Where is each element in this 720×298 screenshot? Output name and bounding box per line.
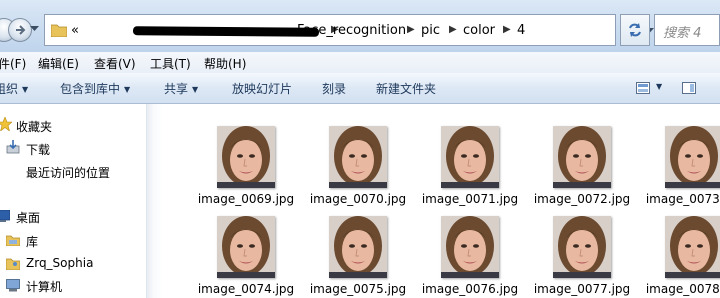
navigation-pane: 收藏夹 下载 最近访问的位置 桌面 库 Zrq_Sophia 计算机 <box>0 104 146 298</box>
file-item[interactable]: image_0069.jpg <box>190 114 302 206</box>
image-thumbnail <box>217 126 275 188</box>
chevron-right-icon[interactable]: ▶ <box>449 24 457 35</box>
menu-bar: 件(F) 编辑(E) 查看(V) 工具(T) 帮助(H) <box>0 52 720 74</box>
nav-favorites[interactable]: 收藏夹 <box>16 118 52 135</box>
file-item[interactable]: image_0073.jpg <box>638 114 720 206</box>
share-label: 共享 <box>164 82 189 96</box>
menu-file[interactable]: 件(F) <box>0 55 26 72</box>
nav-downloads[interactable]: 下载 <box>26 141 50 158</box>
organize-button[interactable]: 组织 ▼ <box>0 80 28 97</box>
chevron-right-icon[interactable]: ▶ <box>503 24 511 35</box>
redacted-path-segment <box>132 26 320 37</box>
dropdown-arrow-icon: ▼ <box>22 85 29 94</box>
file-item[interactable]: image_0076.jpg <box>414 204 526 296</box>
image-thumbnail <box>217 216 275 278</box>
image-thumbnail <box>441 216 499 278</box>
file-item[interactable]: image_0074.jpg <box>190 204 302 296</box>
dropdown-arrow-icon: ▼ <box>124 85 131 94</box>
file-name: image_0074.jpg <box>197 282 295 296</box>
view-dropdown-icon[interactable]: ▼ <box>656 82 662 91</box>
breadcrumb-overflow[interactable]: « <box>71 23 79 38</box>
computer-icon <box>6 279 20 292</box>
pane-splitter[interactable] <box>146 104 163 298</box>
file-item[interactable]: image_0075.jpg <box>302 204 414 296</box>
preview-pane-icon[interactable] <box>682 82 696 94</box>
forward-arrow-icon <box>16 25 26 35</box>
breadcrumb-color[interactable]: color <box>463 23 495 38</box>
file-item[interactable]: image_0070.jpg <box>302 114 414 206</box>
image-thumbnail <box>553 126 611 188</box>
forward-button[interactable] <box>8 18 32 42</box>
slideshow-button[interactable]: 放映幻灯片 <box>232 80 292 97</box>
file-list: image_0069.jpg image_0070.jpg image_0071.j… <box>162 104 720 298</box>
image-thumbnail <box>329 216 387 278</box>
history-dropdown-icon[interactable] <box>30 26 39 32</box>
menu-view[interactable]: 查看(V) <box>94 55 136 72</box>
nav-desktop[interactable]: 桌面 <box>16 209 40 226</box>
include-in-library-button[interactable]: 包含到库中 ▼ <box>60 80 130 97</box>
breadcrumb-face-recognition[interactable]: Face_recognition <box>297 23 406 38</box>
include-in-library-label: 包含到库中 <box>60 82 121 96</box>
share-button[interactable]: 共享 ▼ <box>164 80 198 97</box>
download-icon <box>6 140 20 154</box>
nav-recent-places[interactable]: 最近访问的位置 <box>26 164 110 181</box>
nav-computer[interactable]: 计算机 <box>26 278 62 295</box>
star-icon <box>0 117 12 131</box>
command-bar: 组织 ▼ 包含到库中 ▼ 共享 ▼ 放映幻灯片 刻录 新建文件夹 ▼ <box>0 73 720 104</box>
menu-edit[interactable]: 编辑(E) <box>38 55 79 72</box>
image-thumbnail <box>665 216 720 278</box>
nav-user-folder[interactable]: Zrq_Sophia <box>26 256 93 270</box>
change-view-icon[interactable] <box>636 82 650 94</box>
file-name: image_0078.jpg <box>645 282 720 296</box>
image-thumbnail <box>441 126 499 188</box>
new-folder-button[interactable]: 新建文件夹 <box>376 80 436 97</box>
search-input[interactable]: 搜索 4 <box>654 14 720 46</box>
image-thumbnail <box>329 126 387 188</box>
file-item[interactable]: image_0077.jpg <box>526 204 638 296</box>
dropdown-arrow-icon: ▼ <box>192 85 199 94</box>
file-name: image_0075.jpg <box>309 282 407 296</box>
menu-help[interactable]: 帮助(H) <box>204 55 246 72</box>
file-name: image_0077.jpg <box>533 282 631 296</box>
address-box[interactable]: « ▶ Face_recognition ▶ pic ▶ color ▶ 4 <box>44 14 654 46</box>
nav-libraries[interactable]: 库 <box>26 233 38 250</box>
image-thumbnail <box>553 216 611 278</box>
breadcrumb-pic[interactable]: pic <box>421 23 440 38</box>
chevron-right-icon[interactable]: ▶ <box>407 24 415 35</box>
refresh-icon <box>629 23 641 37</box>
breadcrumb-4[interactable]: 4 <box>517 23 525 38</box>
folder-icon <box>51 24 67 37</box>
address-bar-row: « ▶ Face_recognition ▶ pic ▶ color ▶ 4 搜… <box>0 0 720 52</box>
file-item[interactable]: image_0072.jpg <box>526 114 638 206</box>
library-icon <box>6 235 20 246</box>
burn-button[interactable]: 刻录 <box>322 80 346 97</box>
desktop-icon <box>0 210 10 222</box>
file-item[interactable]: image_0071.jpg <box>414 114 526 206</box>
file-item[interactable]: image_0078.jpg <box>638 204 720 296</box>
organize-label: 组织 <box>0 82 19 96</box>
menu-tools[interactable]: 工具(T) <box>150 55 191 72</box>
file-name: image_0076.jpg <box>421 282 519 296</box>
image-thumbnail <box>665 126 720 188</box>
refresh-button[interactable] <box>620 14 650 46</box>
user-folder-icon <box>6 258 20 270</box>
